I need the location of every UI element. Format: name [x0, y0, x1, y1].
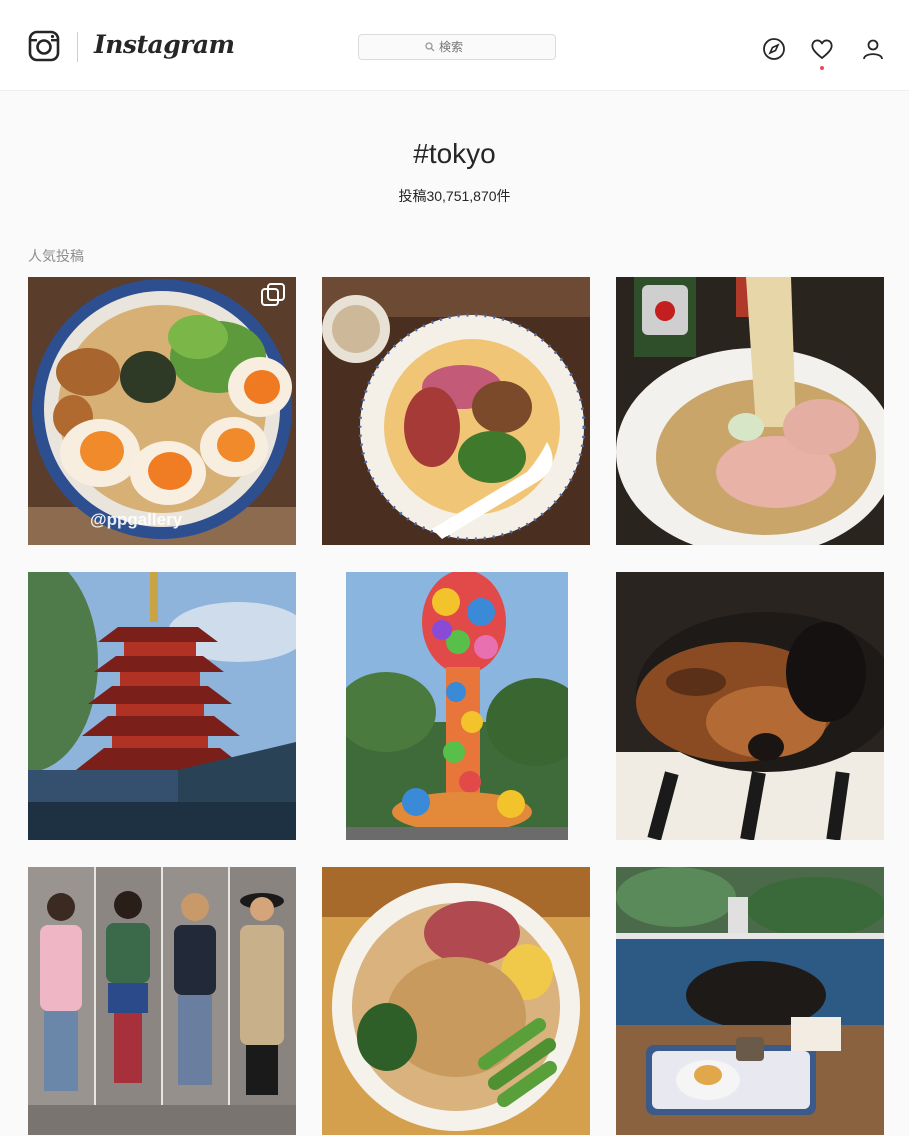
heart-icon[interactable] [809, 36, 835, 62]
top-navigation-bar: Instagram [0, 0, 909, 91]
post-tile-tsukemen-bowl[interactable] [322, 867, 590, 1135]
post-tile-five-story-pagoda[interactable] [28, 572, 296, 840]
post-tile-cafe-table-dessert[interactable] [616, 867, 884, 1135]
instagram-camera-icon[interactable] [28, 30, 60, 62]
compass-icon[interactable] [761, 36, 787, 62]
instagram-wordmark[interactable]: Instagram [94, 30, 235, 59]
search-box[interactable] [358, 34, 556, 60]
post-watermark: @ppgallery [90, 510, 183, 529]
post-tile-mazesoba-bowl[interactable] [322, 277, 590, 545]
search-icon [425, 42, 435, 52]
person-icon[interactable] [860, 36, 886, 62]
post-tile-four-fashion-outfits[interactable] [28, 867, 296, 1135]
post-tile-ramen-with-eggs[interactable]: @ppgallery [28, 277, 296, 545]
post-tile-shoyu-ramen-noodles[interactable] [616, 277, 884, 545]
search-input[interactable] [358, 34, 556, 60]
top-posts-label: 人気投稿 [28, 248, 84, 264]
post-tile-sleeping-dachshund[interactable] [616, 572, 884, 840]
notification-dot [820, 66, 824, 70]
logo-divider [77, 32, 78, 62]
post-tile-colorful-balloon-sculpture[interactable] [346, 572, 568, 840]
hashtag-title: #tokyo [413, 138, 496, 169]
post-count: 投稿30,751,870件 [398, 188, 511, 204]
